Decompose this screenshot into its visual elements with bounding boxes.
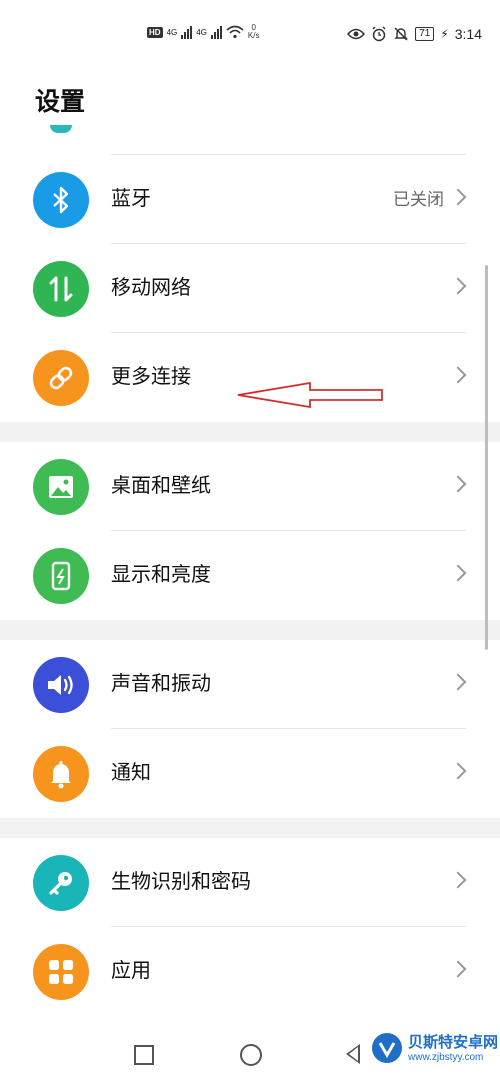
chevron-right-icon	[449, 673, 467, 691]
clock: 3:14	[454, 26, 482, 42]
chevron-right-icon	[449, 960, 467, 978]
settings-item-label: 生物识别和密码	[111, 871, 251, 893]
chevron-right-icon	[449, 366, 467, 384]
settings-group: 生物识别和密码 应用	[0, 838, 500, 1016]
back-button[interactable]	[346, 1044, 360, 1064]
settings-item-label: 显示和亮度	[111, 564, 211, 586]
updown-arrows-icon	[33, 261, 89, 317]
settings-item-more-connections[interactable]: 更多连接	[0, 333, 500, 422]
group-separator	[0, 620, 500, 640]
watermark: 贝斯特安卓网 www.zjbstyy.com	[370, 1018, 498, 1078]
watermark-url: www.zjbstyy.com	[408, 1051, 484, 1063]
chevron-right-icon	[449, 564, 467, 582]
home-button[interactable]	[240, 1044, 262, 1066]
settings-item-biometrics[interactable]: 生物识别和密码	[0, 838, 500, 927]
settings-item-mobile-network[interactable]: 移动网络	[0, 244, 500, 333]
settings-group: 桌面和壁纸显示和亮度	[0, 442, 500, 620]
settings-item-sound[interactable]: 声音和振动	[0, 640, 500, 729]
phone-brightness-icon	[33, 548, 89, 604]
mute-bell-icon	[394, 27, 408, 41]
settings-item-notifications[interactable]: 通知	[0, 729, 500, 818]
recent-apps-button[interactable]	[134, 1045, 154, 1065]
chevron-right-icon	[449, 762, 467, 780]
settings-item-label: 通知	[111, 762, 151, 784]
signal-strength-icon-2	[210, 25, 222, 39]
speaker-icon	[33, 657, 89, 713]
charging-icon: ⚡	[440, 27, 449, 41]
settings-item-label: 应用	[111, 960, 151, 982]
link-icon	[33, 350, 89, 406]
partial-row-top	[0, 125, 500, 155]
chevron-right-icon	[449, 475, 467, 493]
bell-icon	[33, 746, 89, 802]
settings-item-bluetooth[interactable]: 蓝牙 已关闭	[0, 155, 500, 244]
battery-level: 71	[415, 27, 435, 41]
chevron-right-icon	[449, 188, 467, 206]
signal-4g-label-1: 4G	[166, 27, 178, 37]
chevron-right-icon	[449, 277, 467, 295]
bluetooth-icon	[33, 172, 89, 228]
settings-item-apps[interactable]: 应用	[0, 927, 500, 1016]
status-left: HD 4G 4G 0 K/s	[147, 24, 259, 40]
signal-4g-label-2: 4G	[196, 27, 207, 37]
status-bar: HD 4G 4G 0 K/s 71 ⚡ 3:14	[0, 0, 500, 70]
apps-grid-icon	[33, 944, 89, 1000]
signal-strength-icon	[181, 25, 193, 39]
chevron-right-icon	[449, 871, 467, 889]
status-right: 71 ⚡ 3:14	[347, 26, 482, 42]
settings-group: 声音和振动 通知	[0, 640, 500, 818]
watermark-text: 贝斯特安卓网	[408, 1033, 499, 1051]
wifi-icon	[226, 25, 244, 39]
settings-item-label: 声音和振动	[111, 673, 211, 695]
key-icon	[33, 855, 89, 911]
annotation-arrow	[237, 382, 383, 408]
eye-icon	[347, 28, 366, 40]
settings-item-label: 移动网络	[111, 277, 191, 299]
alarm-icon	[372, 26, 386, 42]
settings-item-label: 更多连接	[111, 366, 191, 388]
partial-icon	[50, 125, 72, 133]
settings-item-value: 已关闭	[393, 190, 444, 209]
settings-list: 蓝牙 已关闭移动网络更多连接桌面和壁纸显示和亮度声音和振动通知生物识别和密码 应用	[0, 125, 500, 1016]
settings-item-wallpaper[interactable]: 桌面和壁纸	[0, 442, 500, 531]
hd-badge: HD	[147, 26, 163, 38]
net-speed: 0 K/s	[247, 23, 260, 40]
watermark-logo-icon	[372, 1033, 402, 1063]
image-icon	[33, 459, 89, 515]
group-separator	[0, 422, 500, 442]
settings-item-label: 蓝牙	[111, 188, 151, 210]
settings-item-display[interactable]: 显示和亮度	[0, 531, 500, 620]
group-separator	[0, 818, 500, 838]
settings-item-label: 桌面和壁纸	[111, 475, 211, 497]
scrollbar[interactable]	[485, 265, 488, 650]
page-title: 设置	[35, 88, 86, 116]
